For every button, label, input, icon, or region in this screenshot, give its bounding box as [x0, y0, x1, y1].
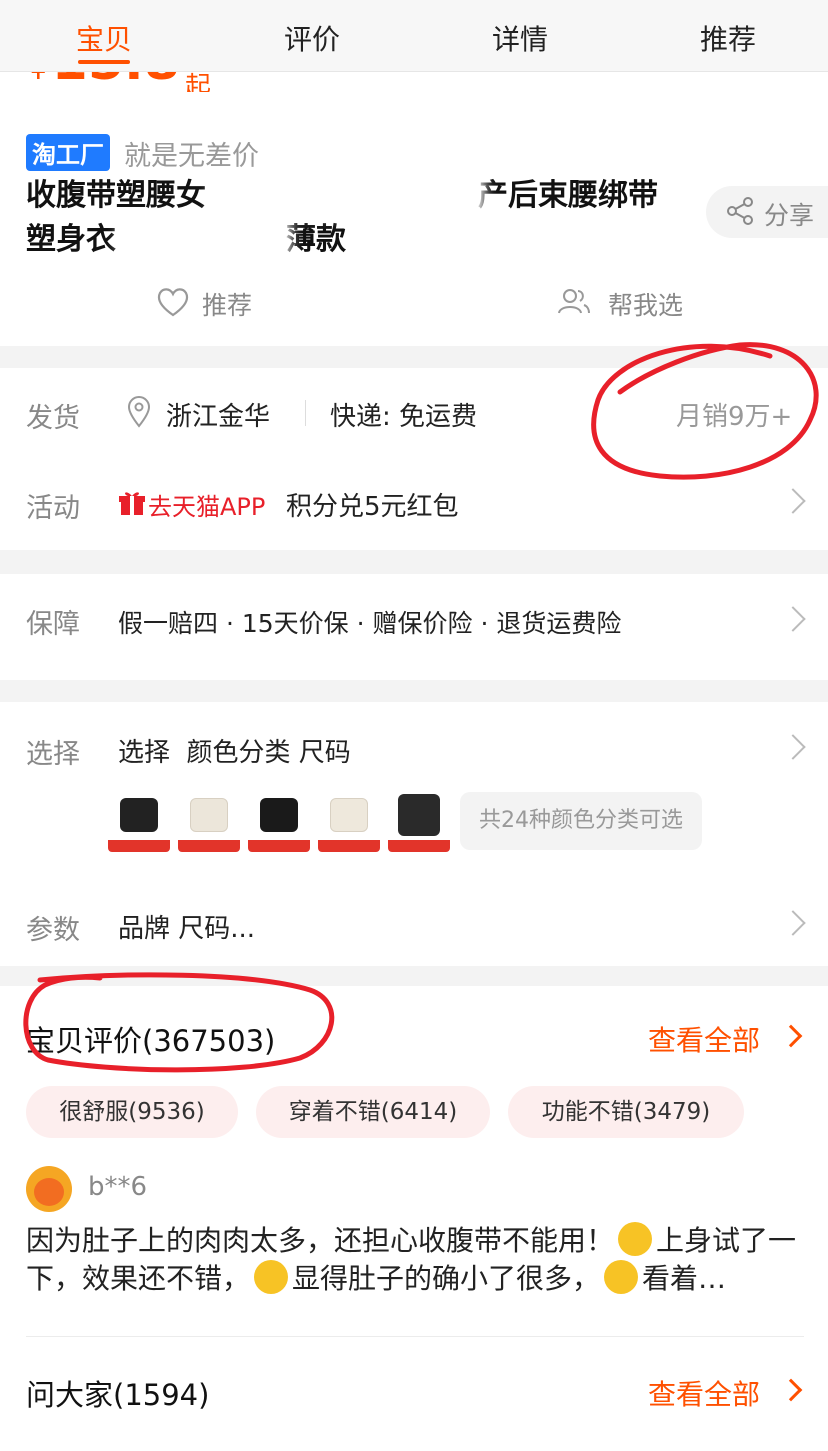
reviewer-name: b**6 — [88, 1172, 148, 1202]
chevron-right-icon — [780, 488, 806, 514]
review-text-part: 看着… — [642, 1262, 727, 1295]
share-label: 分享 — [764, 201, 815, 230]
section-divider — [0, 346, 828, 368]
promo-text: 积分兑5元红包 — [286, 492, 459, 522]
params-text: 品牌 尺码... — [118, 914, 256, 944]
tmall-label: 去天猫APP — [148, 493, 266, 521]
help-choose-label: 帮我选 — [608, 291, 684, 320]
chevron-right-icon — [779, 1024, 803, 1048]
review-tag[interactable]: 穿着不错(6414) — [256, 1086, 490, 1138]
title-line2-start: 塑身衣 — [26, 222, 116, 257]
review-text[interactable]: 因为肚子上的肉肉太多，还担心收腹带不能用！ 上身试了一下，效果还不错， 显得肚子的确… — [26, 1222, 816, 1298]
color-thumbnail[interactable] — [318, 790, 380, 852]
tab-bar: 宝贝 评价 详情 推荐 — [0, 0, 828, 72]
chevron-right-icon — [780, 606, 806, 632]
tab-reviews[interactable]: 评价 — [252, 18, 372, 58]
shipping-location: 浙江金华 — [166, 402, 271, 432]
select-label: 选择 — [26, 739, 80, 770]
see-all-label: 查看全部 — [648, 1024, 761, 1057]
review-text-part: 显得肚子的确小了很多， — [292, 1262, 601, 1295]
guarantee-label: 保障 — [26, 609, 80, 640]
avatar — [26, 1166, 72, 1212]
chevron-right-icon — [780, 734, 806, 760]
section-divider — [0, 966, 828, 986]
promo-label: 活动 — [26, 493, 80, 524]
grin-emoji-icon — [618, 1222, 653, 1256]
shipping-express: 快递: 免运费 — [330, 402, 478, 432]
see-all-label: 查看全部 — [648, 1378, 761, 1411]
reviews-title: 宝贝评价(367503) — [26, 1024, 276, 1058]
title-line2-end: 薄款 — [286, 222, 346, 257]
color-thumbnail[interactable] — [178, 790, 240, 852]
price-suffix: 起 — [185, 72, 212, 92]
tab-details[interactable]: 详情 — [460, 18, 580, 58]
shipping-label: 发货 — [26, 403, 80, 434]
recommend-label: 推荐 — [202, 291, 253, 320]
guarantee-text: 假一赔四 · 15天价保 · 赠保价险 · 退货运费险 — [118, 609, 622, 638]
title-redaction-2 — [120, 218, 290, 258]
color-thumbnail[interactable] — [248, 790, 310, 852]
share-icon — [727, 197, 753, 225]
select-text: 选择 颜色分类 尺码 — [118, 738, 351, 768]
monthly-sales: 月销9万+ — [676, 402, 793, 432]
badge-note: 就是无差价 — [124, 141, 259, 172]
title-redaction — [212, 176, 484, 216]
share-button[interactable]: 分享 — [706, 186, 828, 238]
wink-emoji-icon — [604, 1260, 639, 1294]
params-label: 参数 — [26, 915, 80, 946]
qa-title: 问大家(1594) — [26, 1378, 210, 1412]
section-divider — [0, 550, 828, 574]
tab-baobei[interactable]: 宝贝 — [44, 18, 164, 58]
color-thumbnail[interactable] — [388, 790, 450, 852]
more-colors-pill[interactable]: 共24种颜色分类可选 — [460, 792, 702, 850]
title-line1-end: 产后束腰绑带 — [478, 178, 658, 213]
people-icon — [558, 289, 590, 314]
title-line1-start: 收腹带塑腰女 — [26, 178, 206, 213]
location-pin-icon — [127, 396, 151, 428]
section-divider — [0, 680, 828, 702]
review-tag[interactable]: 功能不错(3479) — [508, 1086, 744, 1138]
active-tab-indicator — [78, 60, 130, 64]
gift-icon — [119, 492, 145, 515]
divider — [26, 1336, 804, 1337]
tab-recommend[interactable]: 推荐 — [668, 18, 788, 58]
chevron-right-icon — [780, 910, 806, 936]
color-thumbnail[interactable] — [108, 790, 170, 852]
chevron-right-icon — [779, 1378, 803, 1402]
vertical-divider — [305, 400, 306, 426]
review-tag[interactable]: 很舒服(9536) — [26, 1086, 238, 1138]
heart-icon — [157, 288, 189, 317]
taogongchang-badge: 淘工厂 — [26, 134, 110, 171]
tongue-emoji-icon — [254, 1260, 289, 1294]
review-text-part: 因为肚子上的肉肉太多，还担心收腹带不能用！ — [26, 1224, 615, 1257]
